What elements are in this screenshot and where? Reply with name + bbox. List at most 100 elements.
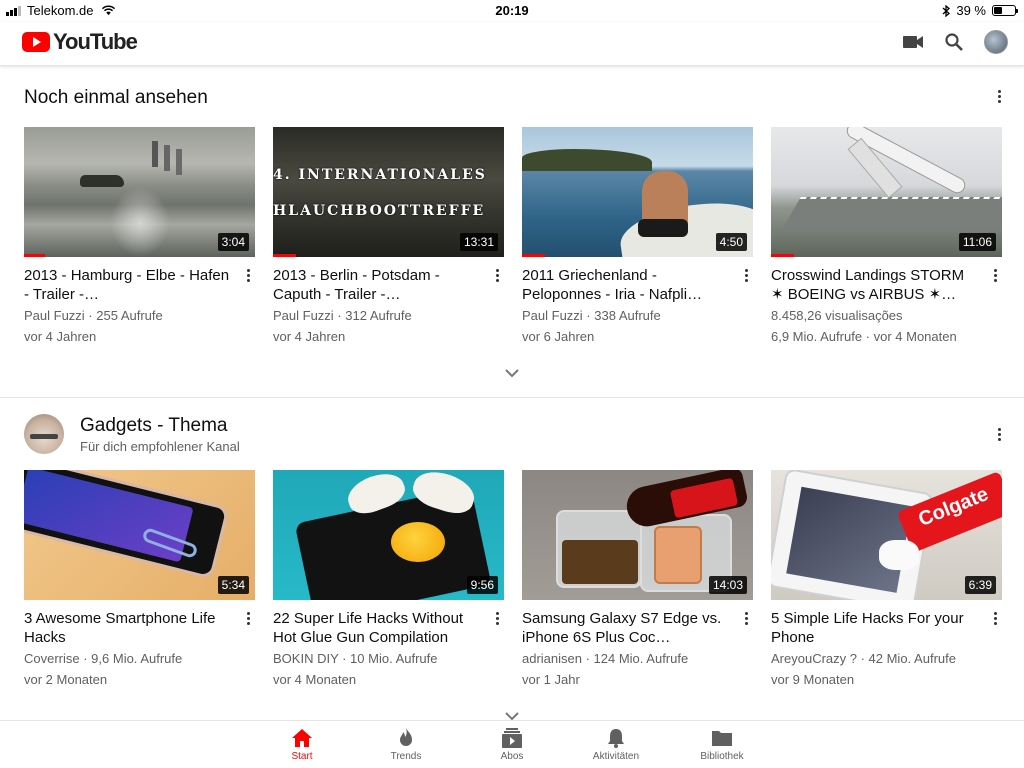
thumbnail-text: 4. INTERNATIONALES	[273, 167, 487, 183]
video-camera-icon[interactable]	[902, 34, 924, 50]
video-duration: 5:34	[217, 576, 249, 594]
video-thumbnail[interactable]: Colgate 6:39	[771, 470, 1002, 600]
watch-progress	[273, 254, 297, 257]
nav-item-trends[interactable]: Trends	[366, 727, 446, 762]
video-title[interactable]: 2013 - Hamburg - Elbe - Hafen - Trailer …	[24, 266, 255, 304]
flame-icon	[400, 728, 412, 746]
video-channel-views: Paul Fuzzi · 338 Aufrufe	[522, 308, 661, 323]
nav-item-aktivitaeten[interactable]: Aktivitäten	[576, 727, 656, 762]
nav-item-label: Abos	[500, 751, 524, 762]
video-card[interactable]: 14:03 Samsung Galaxy S7 Edge vs. iPhone …	[522, 470, 753, 689]
video-channel-views: BOKIN DIY · 10 Mio. Aufrufe	[273, 651, 438, 666]
video-thumbnail[interactable]: 14:03	[522, 470, 753, 600]
bluetooth-icon	[942, 4, 951, 17]
video-channel-views: Paul Fuzzi · 255 Aufrufe	[24, 308, 163, 323]
expand-chevron-down-icon[interactable]	[504, 368, 520, 378]
video-age: vor 9 Monaten	[771, 672, 855, 687]
video-title[interactable]: Samsung Galaxy S7 Edge vs. iPhone 6S Plu…	[522, 609, 753, 647]
video-channel-views: AreyouCrazy ? · 42 Mio. Aufrufe	[771, 651, 956, 666]
watch-again-section: Noch einmal ansehen 3:04 2013 - Hamburg …	[0, 67, 1024, 398]
video-age: 6,9 Mio. Aufrufe · vor 4 Monaten	[771, 329, 957, 344]
video-title[interactable]: 22 Super Life Hacks Without Hot Glue Gun…	[273, 609, 504, 647]
nav-item-label: Bibliothek	[700, 751, 744, 762]
video-thumbnail[interactable]: 4:50	[522, 127, 753, 257]
logo-text: YouTube	[53, 29, 138, 54]
video-age: vor 1 Jahr	[522, 672, 580, 687]
video-more-icon[interactable]	[241, 266, 255, 284]
video-card[interactable]: Colgate 6:39 5 Simple Life Hacks For you…	[771, 470, 1002, 689]
battery-percent: 39 %	[956, 3, 986, 18]
video-grid: 3:04 2013 - Hamburg - Elbe - Hafen - Tra…	[24, 127, 1002, 346]
video-age: vor 2 Monaten	[24, 672, 108, 687]
video-duration: 14:03	[708, 576, 747, 594]
thumbnail-text: HLAUCHBOOTTREFFE	[273, 203, 486, 219]
watch-progress	[771, 254, 795, 257]
account-avatar[interactable]	[984, 30, 1008, 54]
video-duration: 9:56	[466, 576, 498, 594]
channel-avatar[interactable]	[24, 414, 64, 454]
video-more-icon[interactable]	[490, 266, 504, 284]
video-more-icon[interactable]	[988, 266, 1002, 284]
battery-icon	[992, 5, 1018, 16]
video-card[interactable]: 4:50 2011 Griechenland - Peloponnes - Ir…	[522, 127, 753, 346]
search-icon[interactable]	[944, 32, 964, 52]
nav-item-start[interactable]: Start	[262, 727, 342, 762]
video-thumbnail[interactable]: 5:34	[24, 470, 255, 600]
channel-title[interactable]: Gadgets - Thema	[80, 415, 228, 437]
video-channel-views: Paul Fuzzi · 312 Aufrufe	[273, 308, 412, 323]
youtube-logo[interactable]: YouTube	[22, 29, 138, 55]
video-card[interactable]: 4. INTERNATIONALES HLAUCHBOOTTREFFE 13:3…	[273, 127, 504, 346]
video-card[interactable]: 9:56 22 Super Life Hacks Without Hot Glu…	[273, 470, 504, 689]
video-thumbnail[interactable]: 11:06	[771, 127, 1002, 257]
youtube-play-icon	[22, 32, 50, 52]
video-age: vor 6 Jahren	[522, 329, 595, 344]
nav-item-abos[interactable]: Abos	[472, 727, 552, 762]
bell-icon	[608, 729, 624, 748]
watch-progress	[24, 254, 45, 257]
video-thumbnail[interactable]: 9:56	[273, 470, 504, 600]
video-title[interactable]: Crosswind Landings STORM ✶ BOEING vs AIR…	[771, 266, 1002, 304]
nav-item-label: Aktivitäten	[592, 751, 640, 762]
section-title: Noch einmal ansehen	[24, 87, 208, 108]
video-thumbnail[interactable]: 3:04	[24, 127, 255, 257]
nav-item-bibliothek[interactable]: Bibliothek	[682, 727, 762, 762]
video-more-icon[interactable]	[490, 609, 504, 627]
battery-fill	[994, 7, 1002, 14]
recommended-channel-section: Gadgets - Thema Für dich empfohlener Kan…	[0, 400, 1024, 721]
video-title[interactable]: 2011 Griechenland - Peloponnes - Iria - …	[522, 266, 753, 304]
video-thumbnail[interactable]: 4. INTERNATIONALES HLAUCHBOOTTREFFE 13:3…	[273, 127, 504, 257]
video-duration: 11:06	[958, 233, 996, 251]
video-card[interactable]: 5:34 3 Awesome Smartphone Life Hacks Cov…	[24, 470, 255, 689]
status-bar: Telekom.de 20:19 39 %	[0, 0, 1024, 22]
video-age: vor 4 Jahren	[24, 329, 97, 344]
video-more-icon[interactable]	[739, 609, 753, 627]
channel-subtitle: Für dich empfohlener Kanal	[80, 439, 240, 454]
folder-icon	[712, 731, 732, 746]
video-grid: 5:34 3 Awesome Smartphone Life Hacks Cov…	[24, 470, 1002, 689]
video-more-icon[interactable]	[988, 609, 1002, 627]
video-channel-views: Coverrise · 9,6 Mio. Aufrufe	[24, 651, 183, 666]
header-actions	[902, 30, 1008, 54]
bottom-navigation: Start Trends Abos Aktivitäten Bibliothek	[0, 720, 1024, 768]
nav-item-label: Trends	[390, 751, 422, 762]
video-duration: 4:50	[715, 233, 747, 251]
subscriptions-icon	[502, 728, 522, 748]
watch-progress	[522, 254, 546, 257]
video-duration: 13:31	[459, 233, 498, 251]
video-title[interactable]: 3 Awesome Smartphone Life Hacks	[24, 609, 255, 647]
video-card[interactable]: 3:04 2013 - Hamburg - Elbe - Hafen - Tra…	[24, 127, 255, 346]
video-channel-views: adrianisen · 124 Mio. Aufrufe	[522, 651, 689, 666]
home-icon	[292, 729, 312, 747]
app-header: YouTube	[0, 22, 1024, 66]
video-card[interactable]: 11:06 Crosswind Landings STORM ✶ BOEING …	[771, 127, 1002, 346]
section-more-icon[interactable]	[992, 425, 1006, 443]
video-more-icon[interactable]	[739, 266, 753, 284]
video-title[interactable]: 5 Simple Life Hacks For your Phone	[771, 609, 1002, 647]
video-title[interactable]: 2013 - Berlin - Potsdam - Caputh - Trail…	[273, 266, 504, 304]
video-more-icon[interactable]	[241, 609, 255, 627]
status-right: 39 %	[942, 3, 1018, 18]
video-duration: 6:39	[964, 576, 996, 594]
nav-item-label: Start	[291, 751, 313, 762]
section-more-icon[interactable]	[992, 87, 1006, 105]
video-duration: 3:04	[217, 233, 249, 251]
